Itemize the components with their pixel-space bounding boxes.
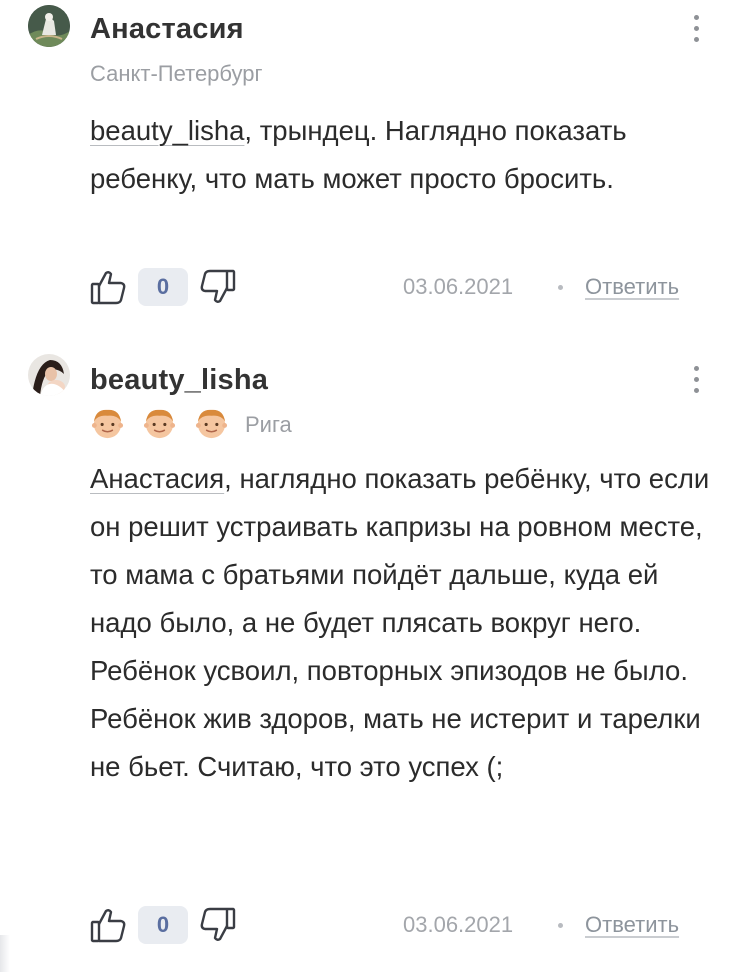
reply-link[interactable]: Ответить <box>585 274 679 300</box>
separator-dot <box>558 285 563 290</box>
author-city: Рига <box>245 412 292 437</box>
comment-date: 03.06.2021 <box>403 274 514 299</box>
mention-link[interactable]: Анастасия <box>90 463 224 494</box>
comment-paragraph: Анастасия, наглядно показать ребёнку, чт… <box>90 455 710 647</box>
comment-actions: 0 03.06.2021 Ответить <box>0 903 740 947</box>
comment-text: Анастасия, наглядно показать ребёнку, чт… <box>90 455 710 791</box>
boy-face-icon <box>143 409 176 439</box>
boy-face-icon <box>91 409 124 439</box>
author-name[interactable]: beauty_lisha <box>90 364 268 397</box>
more-options-icon[interactable] <box>684 8 708 48</box>
comment-text: beauty_lisha, трындец. Наглядно показать… <box>90 107 710 203</box>
thumbs-up-icon[interactable] <box>88 905 128 945</box>
edge-shadow <box>0 935 10 972</box>
thumbs-down-icon[interactable] <box>198 905 238 945</box>
rating-score: 0 <box>138 268 188 306</box>
comment: Анастасия Санкт-Петербург beauty_lisha, … <box>0 0 740 330</box>
more-options-icon[interactable] <box>684 359 708 399</box>
author-city: Санкт-Петербург <box>90 61 263 86</box>
thumbs-down-icon[interactable] <box>198 267 238 307</box>
author-name[interactable]: Анастасия <box>90 13 244 46</box>
thumbs-up-icon[interactable] <box>88 267 128 307</box>
comment: beauty_lisha Рига Анастасия, наглядно по… <box>0 345 740 972</box>
comment-date: 03.06.2021 <box>403 912 514 937</box>
author-badges <box>90 406 229 441</box>
avatar[interactable] <box>28 5 70 47</box>
separator-dot <box>558 923 563 928</box>
boy-face-icon <box>195 409 228 439</box>
comment-actions: 0 03.06.2021 Ответить <box>0 265 740 309</box>
rating-score: 0 <box>138 906 188 944</box>
avatar[interactable] <box>28 354 70 396</box>
mention-link[interactable]: beauty_lisha <box>90 115 244 146</box>
reply-link[interactable]: Ответить <box>585 912 679 938</box>
comment-paragraph: Ребёнок усвоил, повторных эпизодов не бы… <box>90 655 701 782</box>
